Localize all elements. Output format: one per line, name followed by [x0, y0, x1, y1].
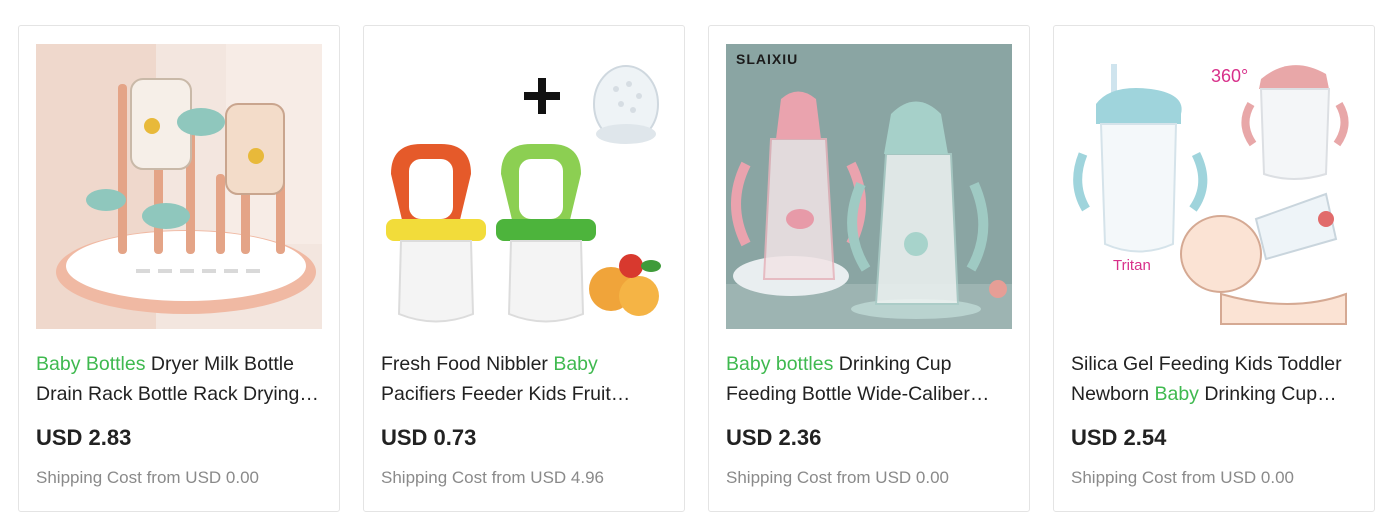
product-title[interactable]: Silica Gel Feeding Kids Toddler Newborn … — [1071, 349, 1357, 409]
product-title-keyword[interactable]: Baby bottles — [726, 353, 833, 375]
product-grid: Baby Bottles Dryer Milk Bottle Drain Rac… — [18, 25, 1375, 512]
badge-tritan-text: Tritan — [1113, 257, 1151, 274]
product-title-keyword[interactable]: Baby — [553, 353, 597, 375]
product-price: USD 2.36 — [726, 425, 822, 450]
product-card[interactable]: Fresh Food Nibbler Baby Pacifiers Feeder… — [363, 25, 685, 512]
product-title[interactable]: Baby Bottles Dryer Milk Bottle Drain Rac… — [36, 349, 322, 409]
product-price: USD 2.54 — [1071, 425, 1167, 450]
product-title[interactable]: Baby bottles Drinking Cup Feeding Bottle… — [726, 349, 1012, 409]
product-image-bottle-drying-rack[interactable] — [36, 44, 322, 329]
product-card[interactable]: SLAIXIU Baby bottles Drinking Cup Feedin… — [708, 25, 1030, 512]
product-title-keyword[interactable]: Baby Bottles — [36, 353, 145, 375]
shipping-cost: Shipping Cost from USD 0.00 — [1071, 468, 1294, 487]
shipping-cost: Shipping Cost from USD 0.00 — [36, 468, 259, 487]
product-title[interactable]: Fresh Food Nibbler Baby Pacifiers Feeder… — [381, 349, 667, 409]
product-title-keyword[interactable]: Baby — [1154, 383, 1198, 405]
product-card[interactable]: Baby Bottles Dryer Milk Bottle Drain Rac… — [18, 25, 340, 512]
product-price: USD 2.83 — [36, 425, 132, 450]
product-title-prefix[interactable]: Fresh Food Nibbler — [381, 353, 553, 375]
shipping-cost: Shipping Cost from USD 4.96 — [381, 468, 604, 487]
product-image-straw-cup-bottles[interactable]: SLAIXIU — [726, 44, 1012, 329]
product-image-straw-drinking-cup[interactable]: 360° Tritan — [1071, 44, 1357, 329]
brand-logo-text: SLAIXIU — [736, 51, 798, 67]
product-price: USD 0.73 — [381, 425, 477, 450]
shipping-cost: Shipping Cost from USD 0.00 — [726, 468, 949, 487]
product-title-rest[interactable]: Pacifiers Feeder Kids Fruit Feeder Nippl… — [381, 383, 635, 409]
badge-360-text: 360° — [1211, 66, 1248, 86]
product-card[interactable]: 360° Tritan Silica Gel Feeding Kids Todd… — [1053, 25, 1375, 512]
product-image-fruit-feeder-pacifier[interactable] — [381, 44, 667, 329]
